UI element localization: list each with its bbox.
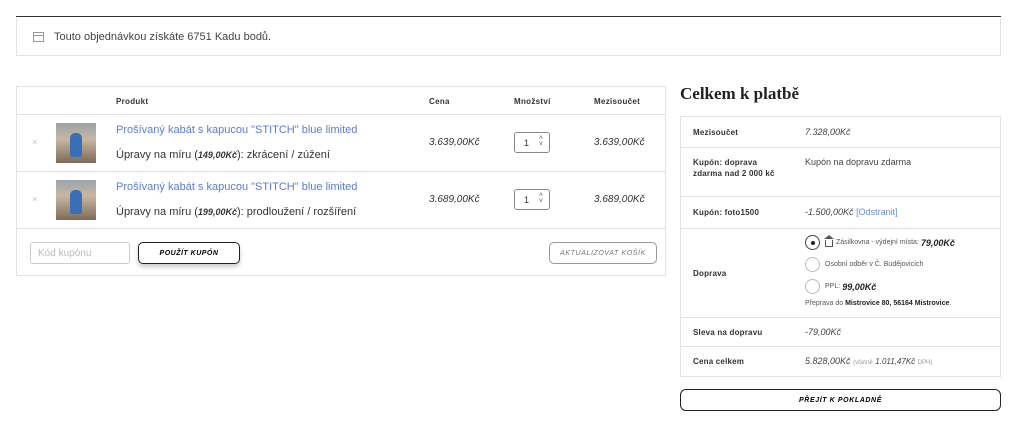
header-price: Cena	[429, 97, 450, 106]
cart-actions: POUŽÍT KUPÓN AKTUALIZOVAT KOŠÍK	[17, 229, 665, 275]
header-qty: Množství	[514, 97, 551, 106]
shipping-option-zasilkovna[interactable]: Zásilkovna - výdejní místa: 79,00Kč	[805, 235, 955, 250]
top-divider	[16, 16, 1001, 17]
stepper-arrows-icon[interactable]: ˄ ˅	[539, 192, 543, 205]
cart-table-header: Produkt Cena Množství Mezisoučet	[17, 87, 665, 115]
remove-item-icon[interactable]: ×	[32, 194, 37, 204]
cart-table: Produkt Cena Množství Mezisoučet × Proší…	[16, 86, 666, 276]
coupon-label: Kupón: foto1500	[693, 208, 760, 217]
apply-coupon-button[interactable]: POUŽÍT KUPÓN	[138, 242, 240, 264]
points-notice: Touto objednávkou získáte 6751 Kadu bodů…	[16, 18, 1001, 56]
update-cart-button[interactable]: AKTUALIZOVAT KOŠÍK	[549, 242, 657, 264]
coupon-label: Kupón: doprava zdarma nad 2 000 kč	[693, 158, 775, 178]
stepper-arrows-icon[interactable]: ˄ ˅	[539, 135, 543, 148]
message-icon	[33, 31, 44, 42]
product-thumbnail[interactable]	[56, 123, 96, 163]
shipping-destination: Přeprava do Mistrovice 80, 56164 Mistrov…	[805, 300, 952, 307]
shipping-discount-value: -79,00Kč	[805, 327, 842, 337]
product-meta: Úpravy na míru (199,00Kč): prodloužení /…	[116, 206, 357, 218]
shipping-row: Doprava Zásilkovna - výdejní místa: 79,00…	[681, 229, 1000, 318]
quantity-stepper[interactable]: 1 ˄ ˅	[514, 132, 550, 153]
shipping-discount-row: Sleva na dopravu -79,00Kč	[681, 318, 1000, 347]
shipping-option-ppl[interactable]: PPL: 99,00Kč	[805, 279, 876, 294]
coupon-discount-value: -1.500,00Kč	[805, 207, 854, 217]
coupon-row: Kupón: doprava zdarma nad 2 000 kč Kupón…	[681, 148, 1000, 197]
remove-item-icon[interactable]: ×	[32, 137, 37, 147]
shipping-label: Doprava	[693, 269, 727, 278]
points-notice-text: Touto objednávkou získáte 6751 Kadu bodů…	[54, 30, 272, 43]
radio-unselected[interactable]	[805, 257, 820, 272]
product-thumbnail[interactable]	[56, 180, 96, 220]
subtotal-label: Mezisoučet	[693, 128, 739, 137]
proceed-to-checkout-button[interactable]: PŘEJÍT K POKLADNĚ	[680, 389, 1001, 411]
header-product: Produkt	[116, 97, 149, 106]
cart-row: × Prošívaný kabát s kapucou "STITCH" blu…	[17, 172, 665, 229]
quantity-stepper[interactable]: 1 ˄ ˅	[514, 189, 550, 210]
order-total-value: 5.828,00Kč (včetně 1.011,47Kč DPH)	[805, 356, 933, 366]
product-name-link[interactable]: Prošívaný kabát s kapucou "STITCH" blue …	[116, 124, 357, 136]
cart-row: × Prošívaný kabát s kapucou "STITCH" blu…	[17, 115, 665, 172]
shipping-option-pickup[interactable]: Osobní odběr v Č. Budějovicích	[805, 257, 923, 272]
totals-title: Celkem k platbě	[680, 84, 799, 103]
order-total-row: Cena celkem 5.828,00Kč (včetně 1.011,47K…	[681, 347, 1000, 376]
order-total-label: Cena celkem	[693, 357, 745, 366]
remove-coupon-link[interactable]: [Odstranit]	[856, 207, 898, 217]
item-price: 3.639,00Kč	[429, 137, 480, 148]
item-price: 3.689,00Kč	[429, 194, 480, 205]
product-meta: Úpravy na míru (149,00Kč): zkrácení / zú…	[116, 149, 330, 161]
home-icon	[824, 235, 834, 247]
subtotal-value: 7.328,00Kč	[805, 127, 851, 137]
radio-selected[interactable]	[805, 235, 820, 250]
radio-unselected[interactable]	[805, 279, 820, 294]
item-subtotal: 3.689,00Kč	[594, 194, 645, 205]
item-subtotal: 3.639,00Kč	[594, 137, 645, 148]
product-name-link[interactable]: Prošívaný kabát s kapucou "STITCH" blue …	[116, 181, 357, 193]
coupon-value: Kupón na dopravu zdarma	[805, 157, 912, 167]
totals-table: Mezisoučet 7.328,00Kč Kupón: doprava zda…	[680, 116, 1001, 377]
subtotal-row: Mezisoučet 7.328,00Kč	[681, 117, 1000, 148]
coupon-input[interactable]	[30, 242, 130, 264]
coupon-row: Kupón: foto1500 -1.500,00Kč [Odstranit]	[681, 197, 1000, 229]
shipping-discount-label: Sleva na dopravu	[693, 328, 763, 337]
header-subtotal: Mezisoučet	[594, 97, 641, 106]
